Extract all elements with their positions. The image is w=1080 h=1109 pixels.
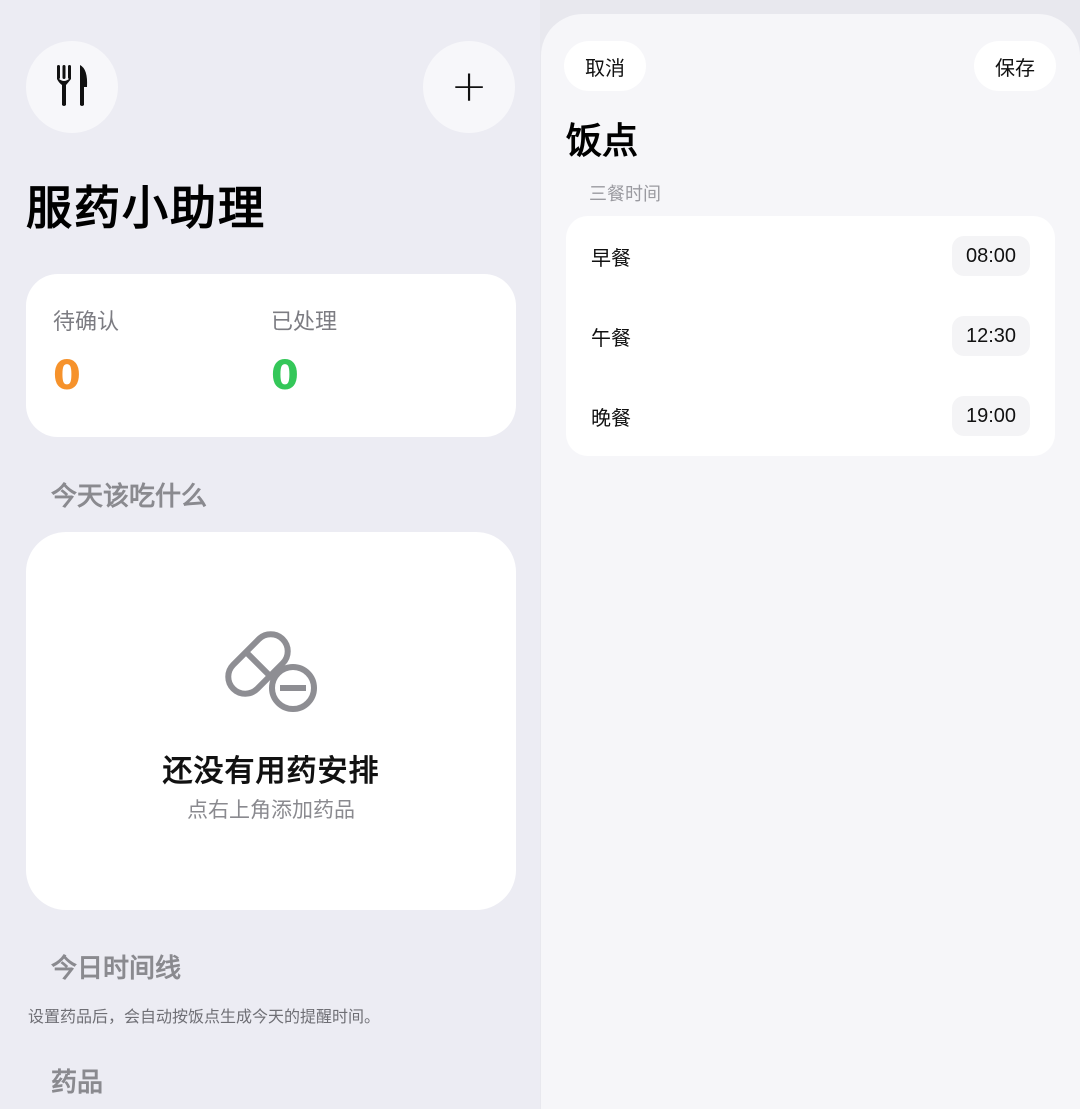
empty-state-subtitle: 点右上角添加药品 <box>187 798 355 822</box>
section-heading-timeline: 今日时间线 <box>51 954 182 984</box>
meal-times-sheet: 取消 保存 饭点 三餐时间 早餐 08:00 午餐 12:30 晚餐 19:00 <box>541 14 1080 1109</box>
meal-time-list: 早餐 08:00 午餐 12:30 晚餐 19:00 <box>566 216 1055 456</box>
time-picker[interactable]: 12:30 <box>952 316 1030 356</box>
pending-count: 0 <box>53 353 81 399</box>
pill-icon <box>222 628 322 718</box>
fork-knife-icon <box>55 63 89 111</box>
section-heading-medicines: 药品 <box>51 1068 104 1098</box>
add-medicine-button[interactable]: + <box>423 41 515 133</box>
section-heading-today: 今天该吃什么 <box>51 482 208 512</box>
done-label: 已处理 <box>271 310 338 335</box>
sheet-title: 饭点 <box>566 121 639 162</box>
meal-name: 午餐 <box>591 325 631 350</box>
save-button[interactable]: 保存 <box>974 41 1056 91</box>
done-count: 0 <box>271 353 299 399</box>
done-stat[interactable]: 已处理 0 <box>271 304 337 396</box>
time-picker[interactable]: 08:00 <box>952 236 1030 276</box>
list-item: 午餐 12:30 <box>566 296 1055 376</box>
plus-icon: + <box>450 61 488 112</box>
meal-times-button[interactable] <box>26 41 118 133</box>
page-title: 服药小助理 <box>26 181 266 235</box>
main-screen: + 服药小助理 待确认 0 已处理 0 今天该吃什么 还没有用药安排 点右上角添… <box>0 0 540 1109</box>
time-picker[interactable]: 19:00 <box>952 396 1030 436</box>
list-item: 早餐 08:00 <box>566 216 1055 296</box>
empty-state-title: 还没有用药安排 <box>162 754 380 789</box>
empty-state-card: 还没有用药安排 点右上角添加药品 <box>26 532 516 910</box>
timeline-hint: 设置药品后，会自动按饭点生成今天的提醒时间。 <box>28 1007 381 1026</box>
meal-name: 早餐 <box>591 245 631 270</box>
list-item: 晚餐 19:00 <box>566 376 1055 456</box>
pending-label: 待确认 <box>53 310 120 335</box>
cancel-button[interactable]: 取消 <box>564 41 646 91</box>
pending-stat[interactable]: 待确认 0 <box>53 304 119 396</box>
meal-name: 晚餐 <box>591 405 631 430</box>
stats-card: 待确认 0 已处理 0 <box>26 274 516 437</box>
group-label: 三餐时间 <box>589 184 661 205</box>
